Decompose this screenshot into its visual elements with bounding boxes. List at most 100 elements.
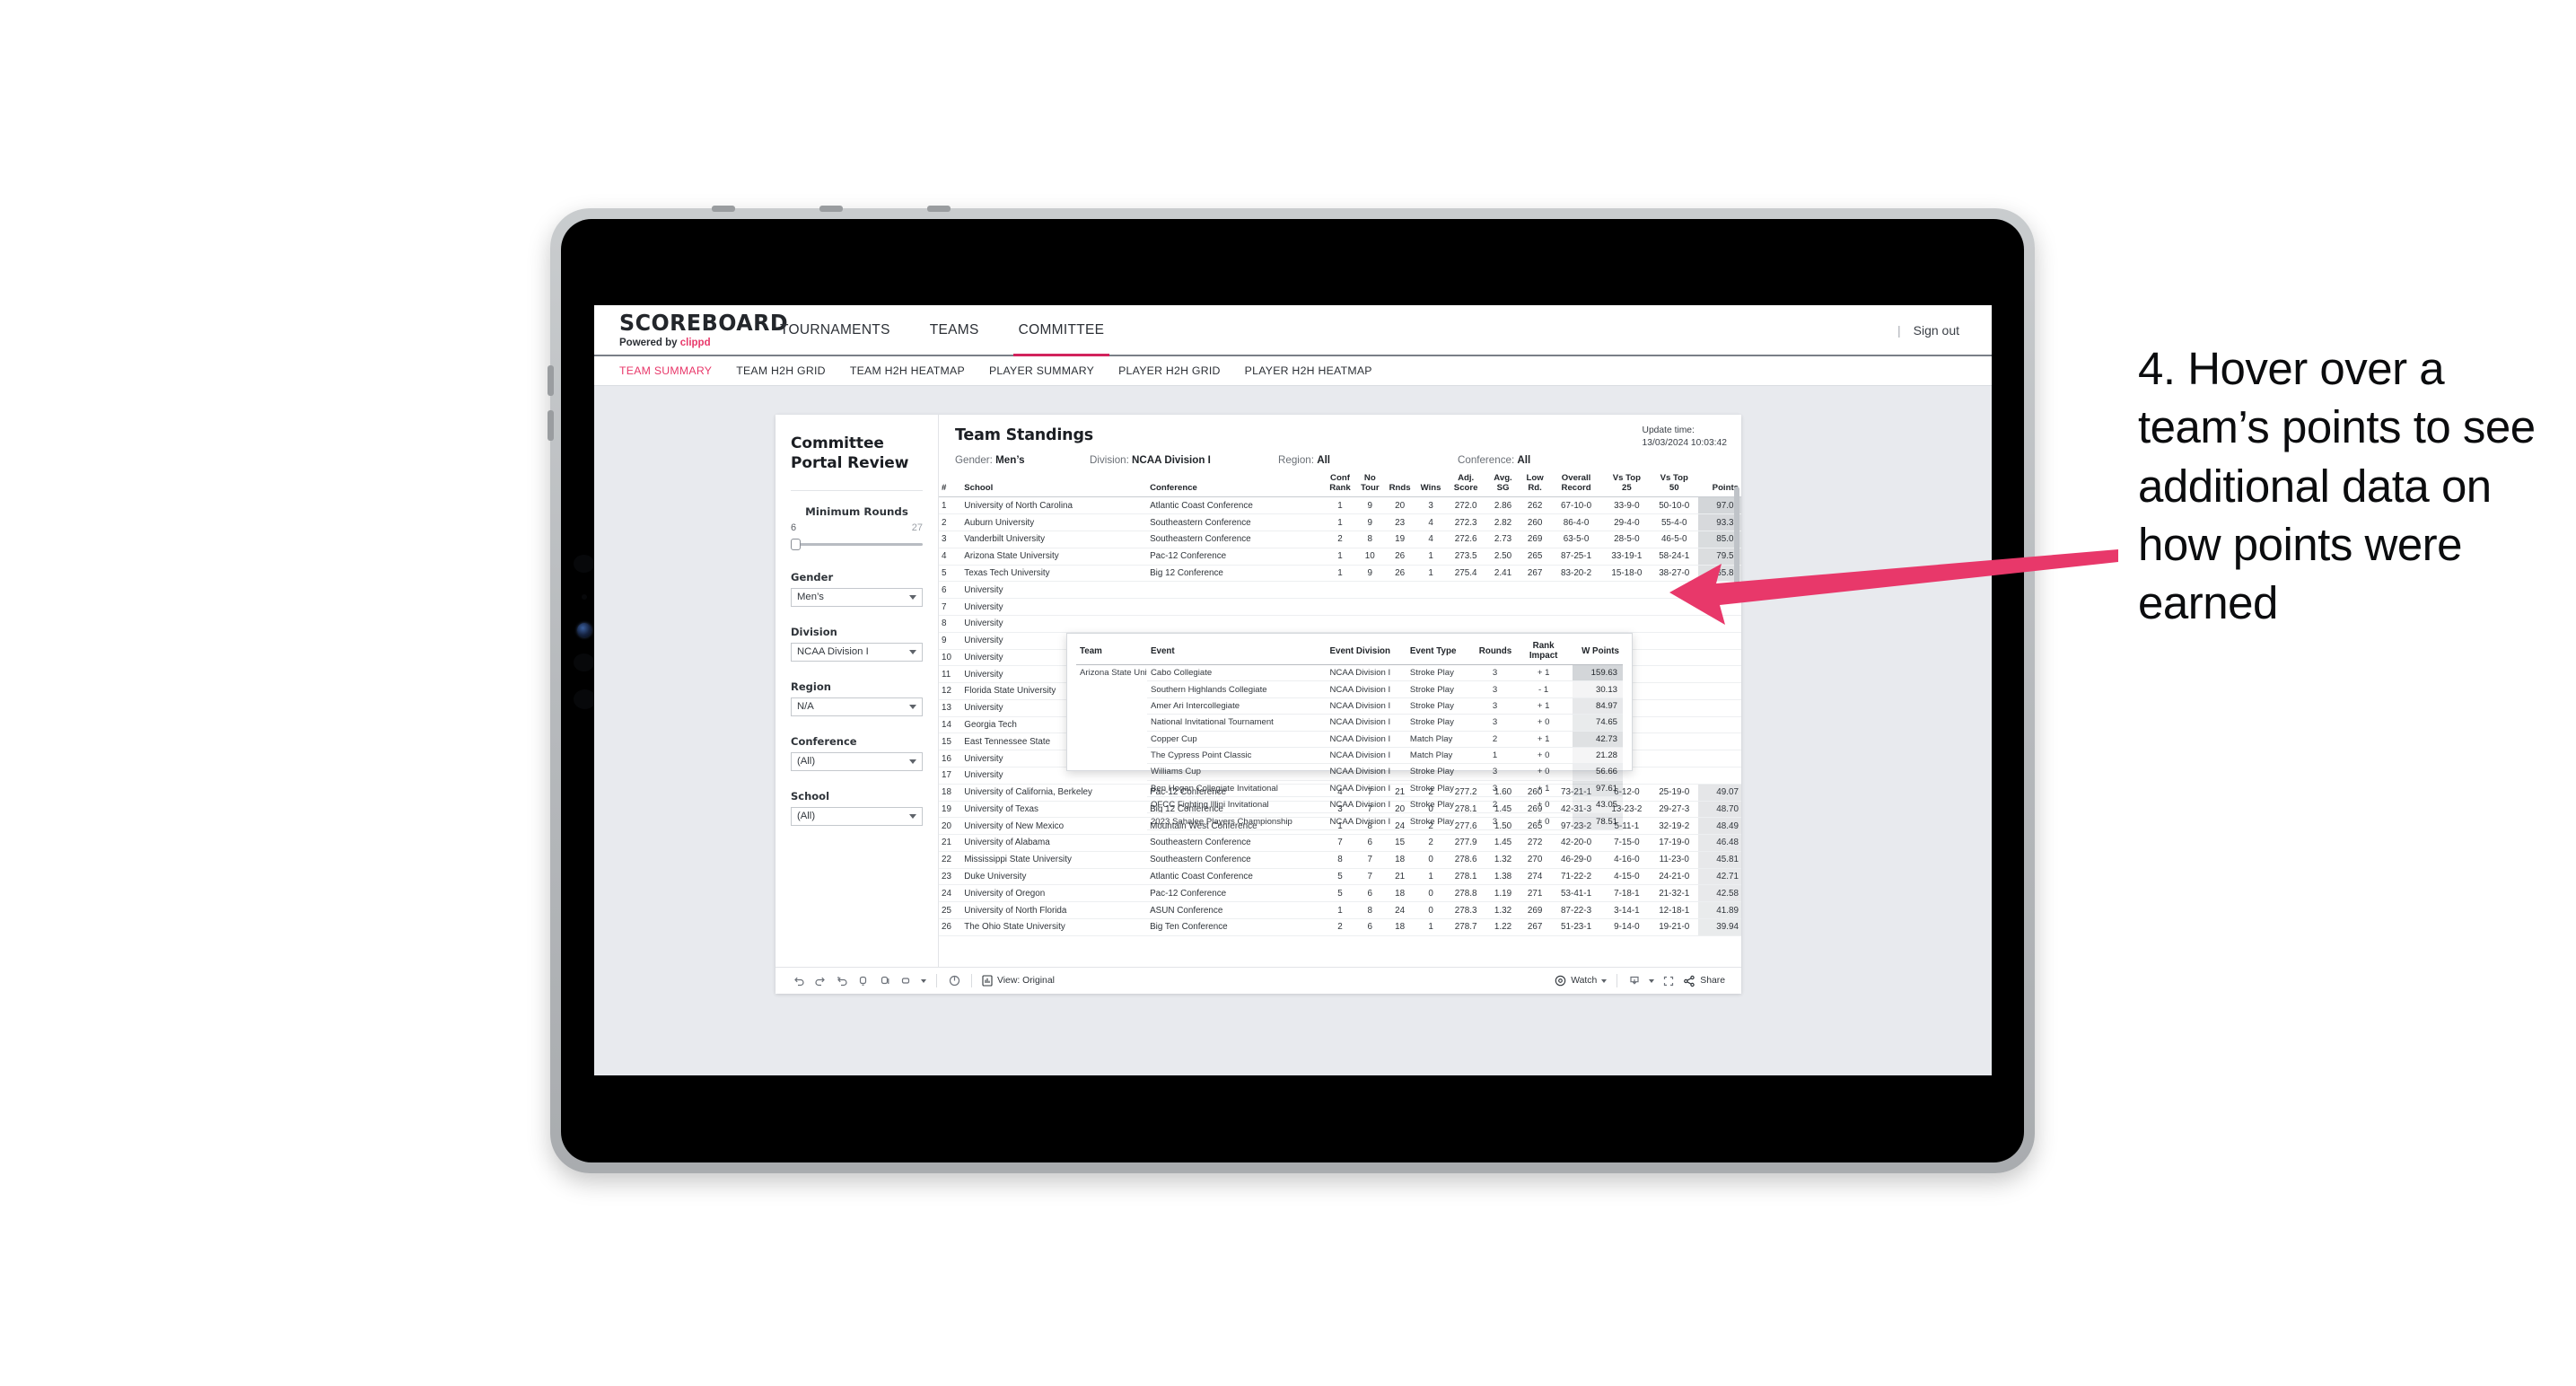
- minimum-rounds-slider[interactable]: [791, 536, 923, 552]
- cell-points[interactable]: [1697, 682, 1741, 700]
- table-row[interactable]: 25 University of North Florida ASUN Confer…: [939, 901, 1741, 919]
- tip-col-event-division: Event Division: [1326, 641, 1406, 665]
- col-no-tour[interactable]: No Tour: [1355, 474, 1385, 498]
- sign-out-link[interactable]: Sign out: [1914, 323, 1959, 338]
- cell-points[interactable]: 49.07: [1697, 784, 1741, 802]
- table-row[interactable]: 24 University of Oregon Pac-12 Conference 5…: [939, 884, 1741, 903]
- cell-nt: [1355, 615, 1385, 633]
- view-original-button[interactable]: View: Original: [978, 975, 1058, 987]
- cell-points[interactable]: [1697, 750, 1741, 768]
- cell-adj: 272.3: [1446, 513, 1485, 532]
- table-row[interactable]: 23 Duke University Atlantic Coast Conferen…: [939, 868, 1741, 886]
- nav-item-teams[interactable]: TEAMS: [910, 305, 999, 355]
- highlight-icon[interactable]: [896, 971, 917, 991]
- tab-team-h2h-grid[interactable]: TEAM H2H GRID: [736, 364, 826, 377]
- cell-points[interactable]: [1697, 699, 1741, 717]
- table-row[interactable]: 7 University: [939, 598, 1741, 616]
- watch-button[interactable]: Watch: [1551, 975, 1610, 987]
- table-row[interactable]: 26 The Ohio State University Big Ten Confe…: [939, 918, 1741, 936]
- summary-gender: Gender: Men’s: [955, 454, 1090, 466]
- table-row[interactable]: 8 University: [939, 615, 1741, 633]
- cell-rnds: 26: [1384, 548, 1415, 566]
- col-rank[interactable]: #: [939, 474, 962, 498]
- table-row[interactable]: 2 Auburn University Southeastern Conferenc…: [939, 513, 1741, 532]
- cell-points[interactable]: [1697, 716, 1741, 734]
- chevron-down-icon: [909, 649, 916, 654]
- fullscreen-icon[interactable]: [1658, 971, 1679, 991]
- cell-low: [1520, 598, 1550, 616]
- cell-conf: Pac-12 Conference: [1147, 884, 1325, 903]
- cell-points[interactable]: [1697, 732, 1741, 751]
- download-dropdown-icon[interactable]: [1645, 971, 1658, 991]
- tablet-top-button-2: [819, 206, 843, 212]
- download-icon[interactable]: [1624, 971, 1645, 991]
- tooltip-points-value: 30.13: [1595, 684, 1617, 695]
- cell-points[interactable]: [1697, 665, 1741, 684]
- cell-points[interactable]: 48.70: [1697, 801, 1741, 819]
- col-overall-record[interactable]: Overall Record: [1549, 474, 1603, 498]
- clear-filters-icon[interactable]: [943, 971, 965, 991]
- conference-value: (All): [797, 756, 816, 767]
- tooltip-row: National Invitational Tournament NCAA Div…: [1076, 714, 1623, 732]
- cell-n: 21: [939, 834, 962, 852]
- tab-team-h2h-heatmap[interactable]: TEAM H2H HEATMAP: [850, 364, 965, 377]
- table-row[interactable]: 5 Texas Tech University Big 12 Conference 1…: [939, 565, 1741, 583]
- col-rnds[interactable]: Rnds: [1384, 474, 1415, 498]
- gender-select[interactable]: Men’s: [791, 587, 923, 607]
- standings-table-wrap[interactable]: # School Conference Conf Rank No Tour Rnds…: [939, 474, 1741, 967]
- col-low-rd[interactable]: Low Rd.: [1520, 474, 1550, 498]
- table-row[interactable]: 21 University of Alabama Southeastern Conf…: [939, 834, 1741, 852]
- chevron-down-icon: [909, 759, 916, 764]
- col-conf-rank[interactable]: Conf Rank: [1324, 474, 1356, 498]
- cell-points[interactable]: 48.49: [1697, 817, 1741, 836]
- col-vs-top-50[interactable]: Vs Top 50: [1650, 474, 1698, 498]
- nav-item-committee[interactable]: COMMITTEE: [999, 305, 1125, 356]
- cell-points[interactable]: 45.81: [1697, 851, 1741, 869]
- tab-player-summary[interactable]: PLAYER SUMMARY: [989, 364, 1094, 377]
- col-avg-sg[interactable]: Avg. SG: [1485, 474, 1521, 498]
- tab-player-h2h-heatmap[interactable]: PLAYER H2H HEATMAP: [1245, 364, 1372, 377]
- standings-table-head: # School Conference Conf Rank No Tour Rnds…: [939, 474, 1741, 498]
- tooltip-cell-impact: + 0: [1514, 812, 1573, 830]
- annotation-arrow-icon: [1669, 549, 2118, 625]
- col-wins[interactable]: Wins: [1415, 474, 1447, 498]
- col-conference[interactable]: Conference: [1147, 474, 1325, 498]
- undo-icon[interactable]: [788, 971, 810, 991]
- table-row[interactable]: 4 Arizona State University Pac-12 Conferen…: [939, 548, 1741, 566]
- col-adj-score[interactable]: Adj. Score: [1446, 474, 1485, 498]
- col-vs-top-25[interactable]: Vs Top 25: [1602, 474, 1651, 498]
- slider-handle[interactable]: [791, 538, 801, 550]
- cell-points[interactable]: 46.48: [1697, 834, 1741, 852]
- table-row[interactable]: 6 University: [939, 581, 1741, 600]
- cell-conf: Southeastern Conference: [1147, 513, 1325, 532]
- refresh-data-icon[interactable]: [853, 971, 874, 991]
- pause-updates-icon[interactable]: [874, 971, 896, 991]
- cell-sg: 2.86: [1485, 496, 1521, 515]
- highlight-dropdown-icon[interactable]: [917, 971, 930, 991]
- cell-cr: [1324, 615, 1356, 633]
- cell-points[interactable]: 42.58: [1697, 884, 1741, 903]
- cell-points[interactable]: [1697, 767, 1741, 785]
- tab-player-h2h-grid[interactable]: PLAYER H2H GRID: [1118, 364, 1221, 377]
- conference-select[interactable]: (All): [791, 751, 923, 771]
- table-row[interactable]: 22 Mississippi State University Southeaste…: [939, 851, 1741, 869]
- col-school[interactable]: School: [961, 474, 1148, 498]
- table-row[interactable]: 3 Vanderbilt University Southeastern Confe…: [939, 531, 1741, 548]
- points-value: 93.31: [1716, 517, 1739, 528]
- school-select[interactable]: (All): [791, 806, 923, 826]
- nav-item-tournaments[interactable]: TOURNAMENTS: [760, 305, 910, 355]
- redo-icon[interactable]: [810, 971, 831, 991]
- cell-points[interactable]: 42.71: [1697, 868, 1741, 886]
- region-select[interactable]: N/A: [791, 697, 923, 716]
- tab-team-summary[interactable]: TEAM SUMMARY: [619, 364, 712, 377]
- tooltip-cell-division: NCAA Division I: [1326, 763, 1406, 781]
- division-label: Division: [791, 625, 837, 638]
- cell-points[interactable]: 41.89: [1697, 901, 1741, 919]
- division-select[interactable]: NCAA Division I: [791, 642, 923, 662]
- revert-icon[interactable]: [831, 971, 853, 991]
- table-row[interactable]: 1 University of North Carolina Atlantic Co…: [939, 496, 1741, 515]
- brand-logo[interactable]: SCOREBOARD Powered by clippd: [594, 305, 788, 355]
- share-button[interactable]: Share: [1679, 975, 1729, 987]
- cell-points[interactable]: 39.94: [1697, 918, 1741, 936]
- conference-label: Conference: [791, 734, 857, 748]
